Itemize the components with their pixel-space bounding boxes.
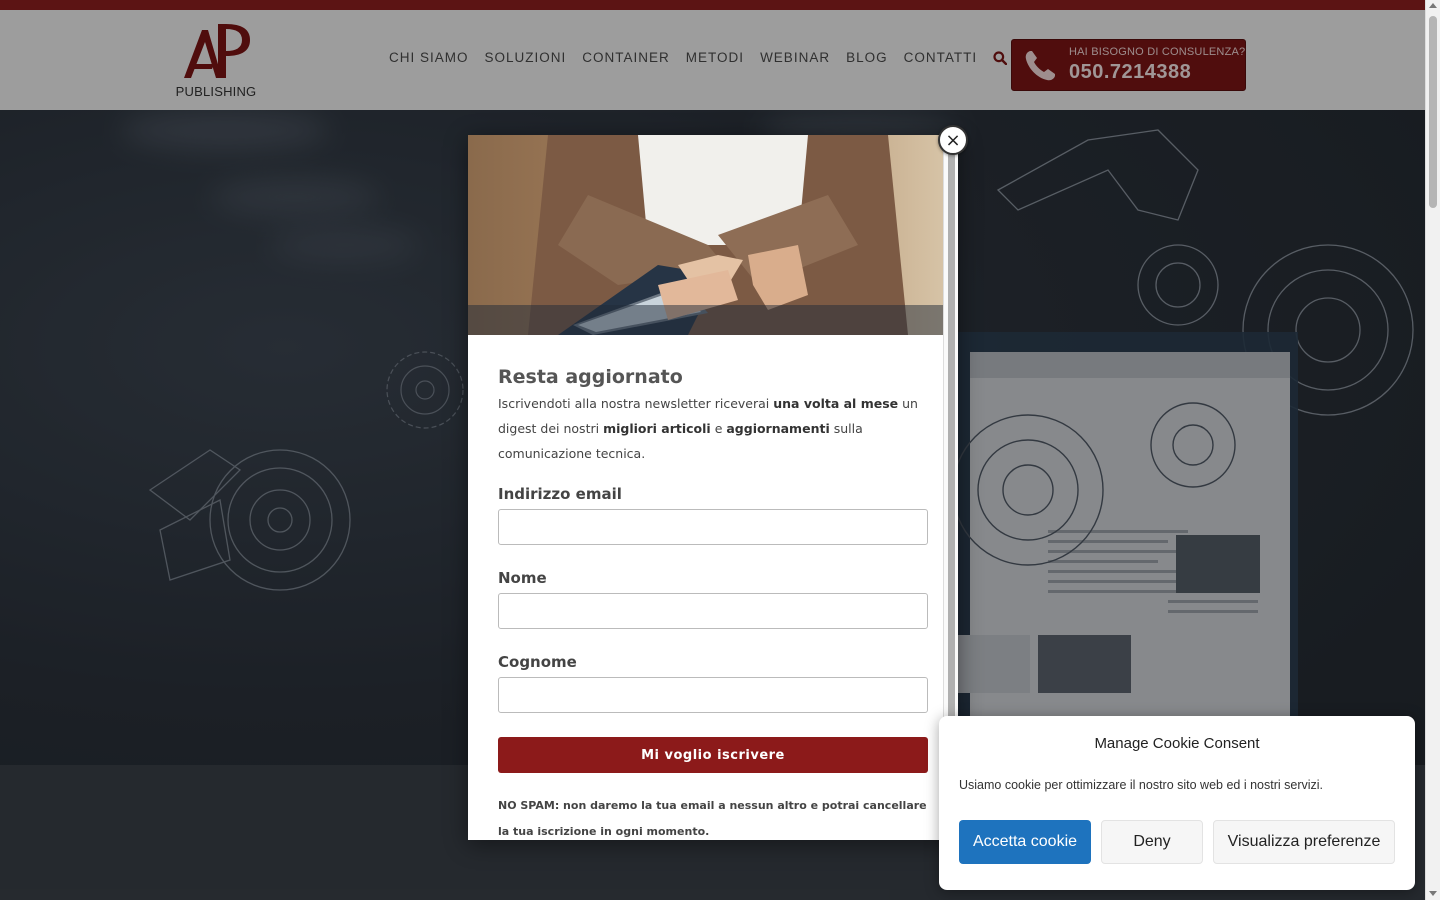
deny-cookies-button[interactable]: Deny — [1101, 820, 1203, 864]
close-modal-button[interactable]: × — [938, 125, 968, 155]
no-spam-note: NO SPAM: non daremo la tua email a nessu… — [498, 799, 927, 838]
cookie-consent-banner: Manage Cookie Consent Usiamo cookie per … — [939, 716, 1415, 890]
subscribe-button[interactable]: Mi voglio iscrivere — [498, 737, 928, 773]
desc-text: Iscrivendoti alla nostra newsletter rice… — [498, 396, 774, 411]
cookie-text: Usiamo cookie per ottimizzare il nostro … — [959, 778, 1324, 792]
cognome-field[interactable] — [498, 677, 928, 713]
cognome-label: Cognome — [498, 653, 577, 671]
accept-cookies-button[interactable]: Accetta cookie — [959, 820, 1091, 864]
nome-field[interactable] — [498, 593, 928, 629]
desc-bold: aggiornamenti — [726, 421, 830, 436]
top-accent-bar — [0, 0, 1425, 10]
nome-label: Nome — [498, 569, 547, 587]
newsletter-description: Iscrivendoti alla nostra newsletter rice… — [498, 391, 928, 466]
scroll-up-arrow-icon[interactable] — [1429, 3, 1437, 8]
page-scroll-thumb[interactable] — [1429, 16, 1437, 208]
email-label: Indirizzo email — [498, 485, 622, 503]
newsletter-image — [468, 135, 943, 335]
tablet-hands-illustration — [468, 135, 943, 335]
close-icon: × — [945, 129, 961, 151]
page-scrollbar[interactable] — [1425, 0, 1440, 900]
email-field[interactable] — [498, 509, 928, 545]
desc-bold: una volta al mese — [773, 396, 899, 411]
newsletter-modal: Resta aggiornato Iscrivendoti alla nostr… — [468, 135, 958, 840]
cookie-preferences-button[interactable]: Visualizza preferenze — [1213, 820, 1395, 864]
scroll-down-arrow-icon[interactable] — [1429, 891, 1437, 896]
desc-text: e — [710, 421, 727, 436]
desc-bold: migliori articoli — [603, 421, 711, 436]
cookie-title: Manage Cookie Consent — [1094, 735, 1260, 752]
newsletter-title: Resta aggiornato — [498, 366, 683, 388]
